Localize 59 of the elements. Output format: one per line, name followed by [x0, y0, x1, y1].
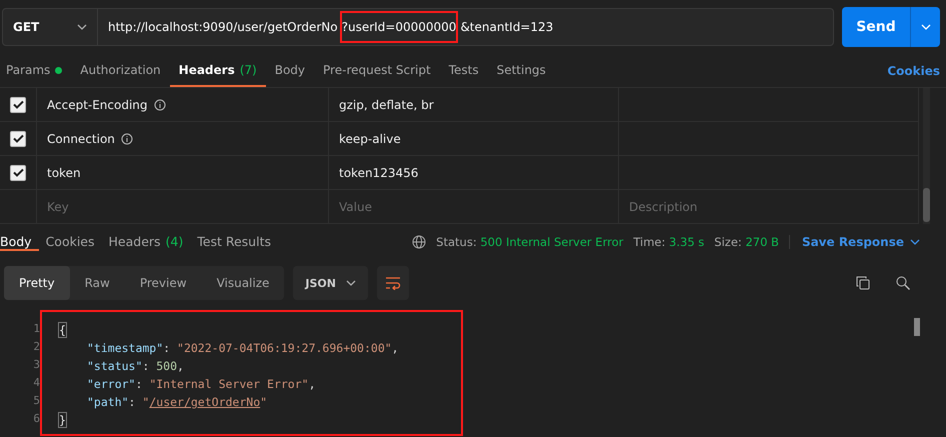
scrollbar[interactable] — [914, 318, 920, 336]
caret-icon — [920, 24, 930, 30]
save-response-button[interactable]: Save Response — [788, 235, 920, 249]
header-key: token — [47, 166, 81, 180]
code-line: "path": "/user/getOrderNo" — [86, 394, 268, 411]
status-value: 500 Internal Server Error — [480, 235, 624, 249]
time-value: 3.35 s — [669, 235, 704, 249]
copy-icon — [856, 276, 870, 290]
response-tab[interactable]: Cookies — [38, 234, 102, 250]
code-line: "timestamp": "2022-07-04T06:19:27.696+00:00", — [86, 340, 400, 357]
header-value: token123456 — [339, 166, 418, 180]
method-dropdown[interactable]: GET — [2, 8, 98, 46]
line-number: 4 — [33, 375, 40, 391]
request-tab[interactable]: Params — [6, 55, 72, 87]
view-mode-tab[interactable]: Pretty — [4, 266, 70, 300]
header-key: Connection — [47, 132, 115, 146]
caret-icon — [77, 24, 87, 30]
globe-icon — [412, 235, 426, 249]
request-tab[interactable]: Body — [266, 55, 314, 87]
line-number: 5 — [33, 393, 40, 409]
code-line: { — [59, 322, 67, 339]
request-tab[interactable]: Tests — [440, 55, 488, 87]
header-key: Accept-Encoding — [47, 98, 148, 112]
wrap-lines-icon — [384, 276, 401, 290]
view-mode-tab[interactable]: Raw — [70, 266, 125, 300]
response-tab[interactable]: Body — [0, 234, 39, 250]
view-mode-tab[interactable]: Preview — [124, 266, 202, 300]
format-dropdown[interactable]: JSON — [293, 266, 368, 300]
search-icon — [896, 276, 910, 290]
response-tab[interactable]: Test Results — [190, 234, 278, 250]
line-number: 3 — [33, 357, 40, 373]
request-tab[interactable]: Authorization — [71, 55, 170, 87]
request-tab[interactable]: Headers (7) — [170, 55, 266, 87]
header-value: gzip, deflate, br — [339, 98, 434, 112]
line-number: 1 — [33, 321, 40, 337]
line-number: 2 — [33, 339, 40, 355]
request-tab[interactable]: Settings — [488, 55, 555, 87]
scrollbar[interactable] — [923, 88, 930, 224]
time-label: Time: — [633, 235, 666, 249]
wrap-button[interactable] — [376, 266, 409, 300]
header-checkbox[interactable] — [10, 96, 26, 112]
send-button[interactable]: Send — [842, 7, 910, 47]
caret-icon — [910, 239, 920, 245]
header-checkbox[interactable] — [10, 164, 26, 180]
view-mode-tab[interactable]: Visualize — [202, 266, 284, 300]
cookies-link[interactable]: Cookies — [887, 64, 940, 78]
code-line: } — [59, 412, 67, 429]
code-line: "error": "Internal Server Error", — [86, 376, 317, 393]
caret-icon — [346, 280, 356, 286]
line-number: 6 — [33, 411, 40, 427]
header-checkbox[interactable] — [10, 130, 26, 146]
code-line: "status": 500, — [86, 358, 185, 375]
header-value: keep-alive — [339, 132, 401, 146]
request-tab[interactable]: Pre-request Script — [314, 55, 440, 87]
status-label: Status: — [436, 235, 477, 249]
url-field[interactable]: http://localhost:9090/user/getOrderNo ?userId=00000000 &tenantId=123 — [98, 8, 834, 46]
response-tab[interactable]: Headers (4) — [102, 234, 190, 250]
size-label: Size: — [714, 235, 742, 249]
size-value: 270 B — [745, 235, 779, 249]
